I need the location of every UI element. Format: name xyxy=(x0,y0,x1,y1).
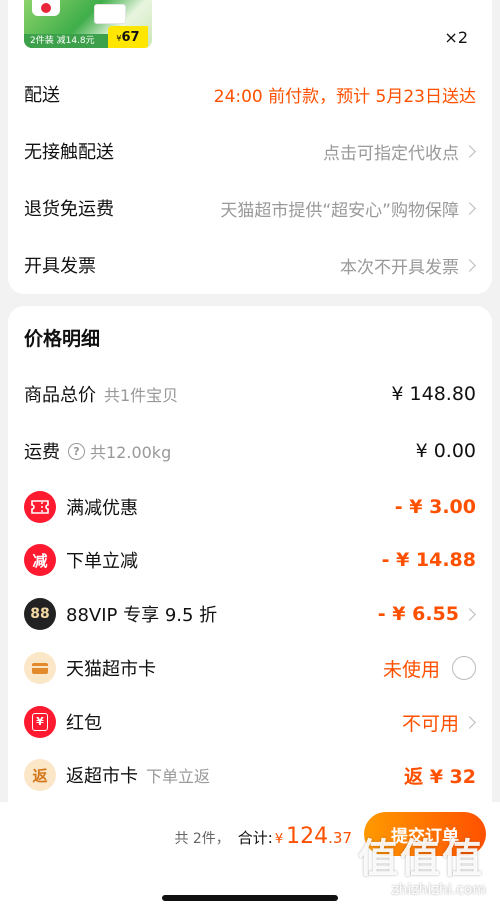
cashback-sub: 下单立返 xyxy=(146,767,211,786)
contactless-delivery-row[interactable]: 无接触配送 点击可指定代收点 xyxy=(24,131,476,171)
invoice-label: 开具发票 xyxy=(24,256,96,277)
chevron-right-icon xyxy=(463,258,476,272)
full-reduction-label: 满减优惠 xyxy=(66,498,138,519)
cashback-icon: 返 xyxy=(24,759,56,791)
total-label: 合计: xyxy=(237,829,273,847)
supermarket-card-icon xyxy=(24,652,56,684)
subtotal-label: 商品总价 xyxy=(24,385,96,406)
subtotal-row: 商品总价 共1件宝贝 ¥ 148.80 xyxy=(24,374,476,414)
supermarket-card-radio[interactable] xyxy=(452,656,476,680)
product-strip: 2件装 减14.8元 ¥67 ×2 xyxy=(8,0,492,66)
contactless-value: 点击可指定代收点 xyxy=(323,143,459,164)
chevron-right-icon xyxy=(463,715,476,729)
supermarket-card-value: 未使用 xyxy=(382,658,440,681)
product-thumbnail[interactable]: 2件装 减14.8元 ¥67 xyxy=(24,0,152,48)
supermarket-card-label: 天猫超市卡 xyxy=(66,659,156,680)
item-count: 共1件宝贝 xyxy=(104,386,179,405)
full-reduction-row: 满减优惠 - ¥ 3.00 xyxy=(24,487,476,527)
subtotal-value: ¥ 148.80 xyxy=(391,383,476,405)
red-packet-label: 红包 xyxy=(66,713,102,734)
full-reduction-value: - ¥ 3.00 xyxy=(394,496,476,518)
instant-discount-row: 减下单立减 - ¥ 14.88 xyxy=(24,540,476,580)
shipping-label: 运费 xyxy=(24,442,60,463)
red-packet-value: 不可用 xyxy=(401,712,459,735)
price-detail-title: 价格明细 xyxy=(24,328,101,350)
home-indicator xyxy=(162,895,338,901)
instant-discount-label: 下单立减 xyxy=(66,551,138,572)
vip88-icon: 88 xyxy=(24,598,56,630)
ticket-icon xyxy=(24,491,56,523)
invoice-row[interactable]: 开具发票 本次不开具发票 xyxy=(24,245,476,285)
promo-bar: 2件装 减14.8元 xyxy=(24,34,108,48)
delivery-estimate: 24:00 前付款，预计 5月23日送达 xyxy=(213,86,476,107)
free-return-label: 退货免运费 xyxy=(24,199,114,220)
total-decimal: .37 xyxy=(328,829,352,847)
vip-discount-label: 88VIP 专享 9.5 折 xyxy=(66,605,218,626)
vip-discount-value: - ¥ 6.55 xyxy=(377,603,459,625)
total-item-count: 共 2件， xyxy=(174,831,230,847)
free-return-value: 天猫超市提供“超安心”购物保障 xyxy=(220,200,459,221)
watermark-logo: 值值值 xyxy=(358,836,484,882)
product-quantity: ×2 xyxy=(444,28,468,47)
shipping-row: 运费? 共12.00kg ¥ 0.00 xyxy=(24,431,476,471)
chevron-right-icon xyxy=(463,144,476,158)
total-integer: 124 xyxy=(286,824,329,849)
supermarket-card-row[interactable]: 天猫超市卡 未使用 xyxy=(24,648,476,688)
cashback-label: 返超市卡 xyxy=(66,766,138,787)
cashback-value: 返 ¥ 32 xyxy=(404,765,476,788)
chevron-right-icon xyxy=(463,607,476,621)
thumb-price: ¥67 xyxy=(108,26,148,48)
free-return-row[interactable]: 退货免运费 天猫超市提供“超安心”购物保障 xyxy=(24,188,476,228)
vip-discount-row[interactable]: 88 88VIP 专享 9.5 折 - ¥ 6.55 xyxy=(24,594,476,634)
contactless-label: 无接触配送 xyxy=(24,142,114,163)
shipping-value: ¥ 0.00 xyxy=(415,440,476,462)
discount-tag-icon: 减 xyxy=(24,544,56,576)
delivery-row[interactable]: 配送 24:00 前付款，预计 5月23日送达 xyxy=(24,74,476,114)
brand-logo-icon xyxy=(32,0,60,16)
question-icon[interactable]: ? xyxy=(68,442,85,460)
order-total: 共 2件， 合计: ¥ 124 .37 xyxy=(174,824,352,849)
price-detail-card: 价格明细 商品总价 共1件宝贝 ¥ 148.80 运费? 共12.00kg ¥ 0.… xyxy=(8,306,492,806)
red-packet-icon: ¥ xyxy=(24,706,56,738)
delivery-label: 配送 xyxy=(24,85,60,106)
shipping-weight: 共12.00kg xyxy=(90,443,172,462)
cashback-row: 返返超市卡 下单立返 返 ¥ 32 xyxy=(24,755,476,795)
total-currency: ¥ xyxy=(274,832,284,847)
delivery-card: 配送 24:00 前付款，预计 5月23日送达 无接触配送 点击可指定代收点 退… xyxy=(8,66,492,294)
watermark-url: zhizhizhi.com xyxy=(391,882,486,898)
instant-discount-value: - ¥ 14.88 xyxy=(381,549,476,571)
chevron-right-icon xyxy=(463,201,476,215)
invoice-value: 本次不开具发票 xyxy=(340,257,459,278)
red-packet-row[interactable]: ¥ 红包 不可用 xyxy=(24,702,476,742)
product-badge xyxy=(94,4,126,24)
